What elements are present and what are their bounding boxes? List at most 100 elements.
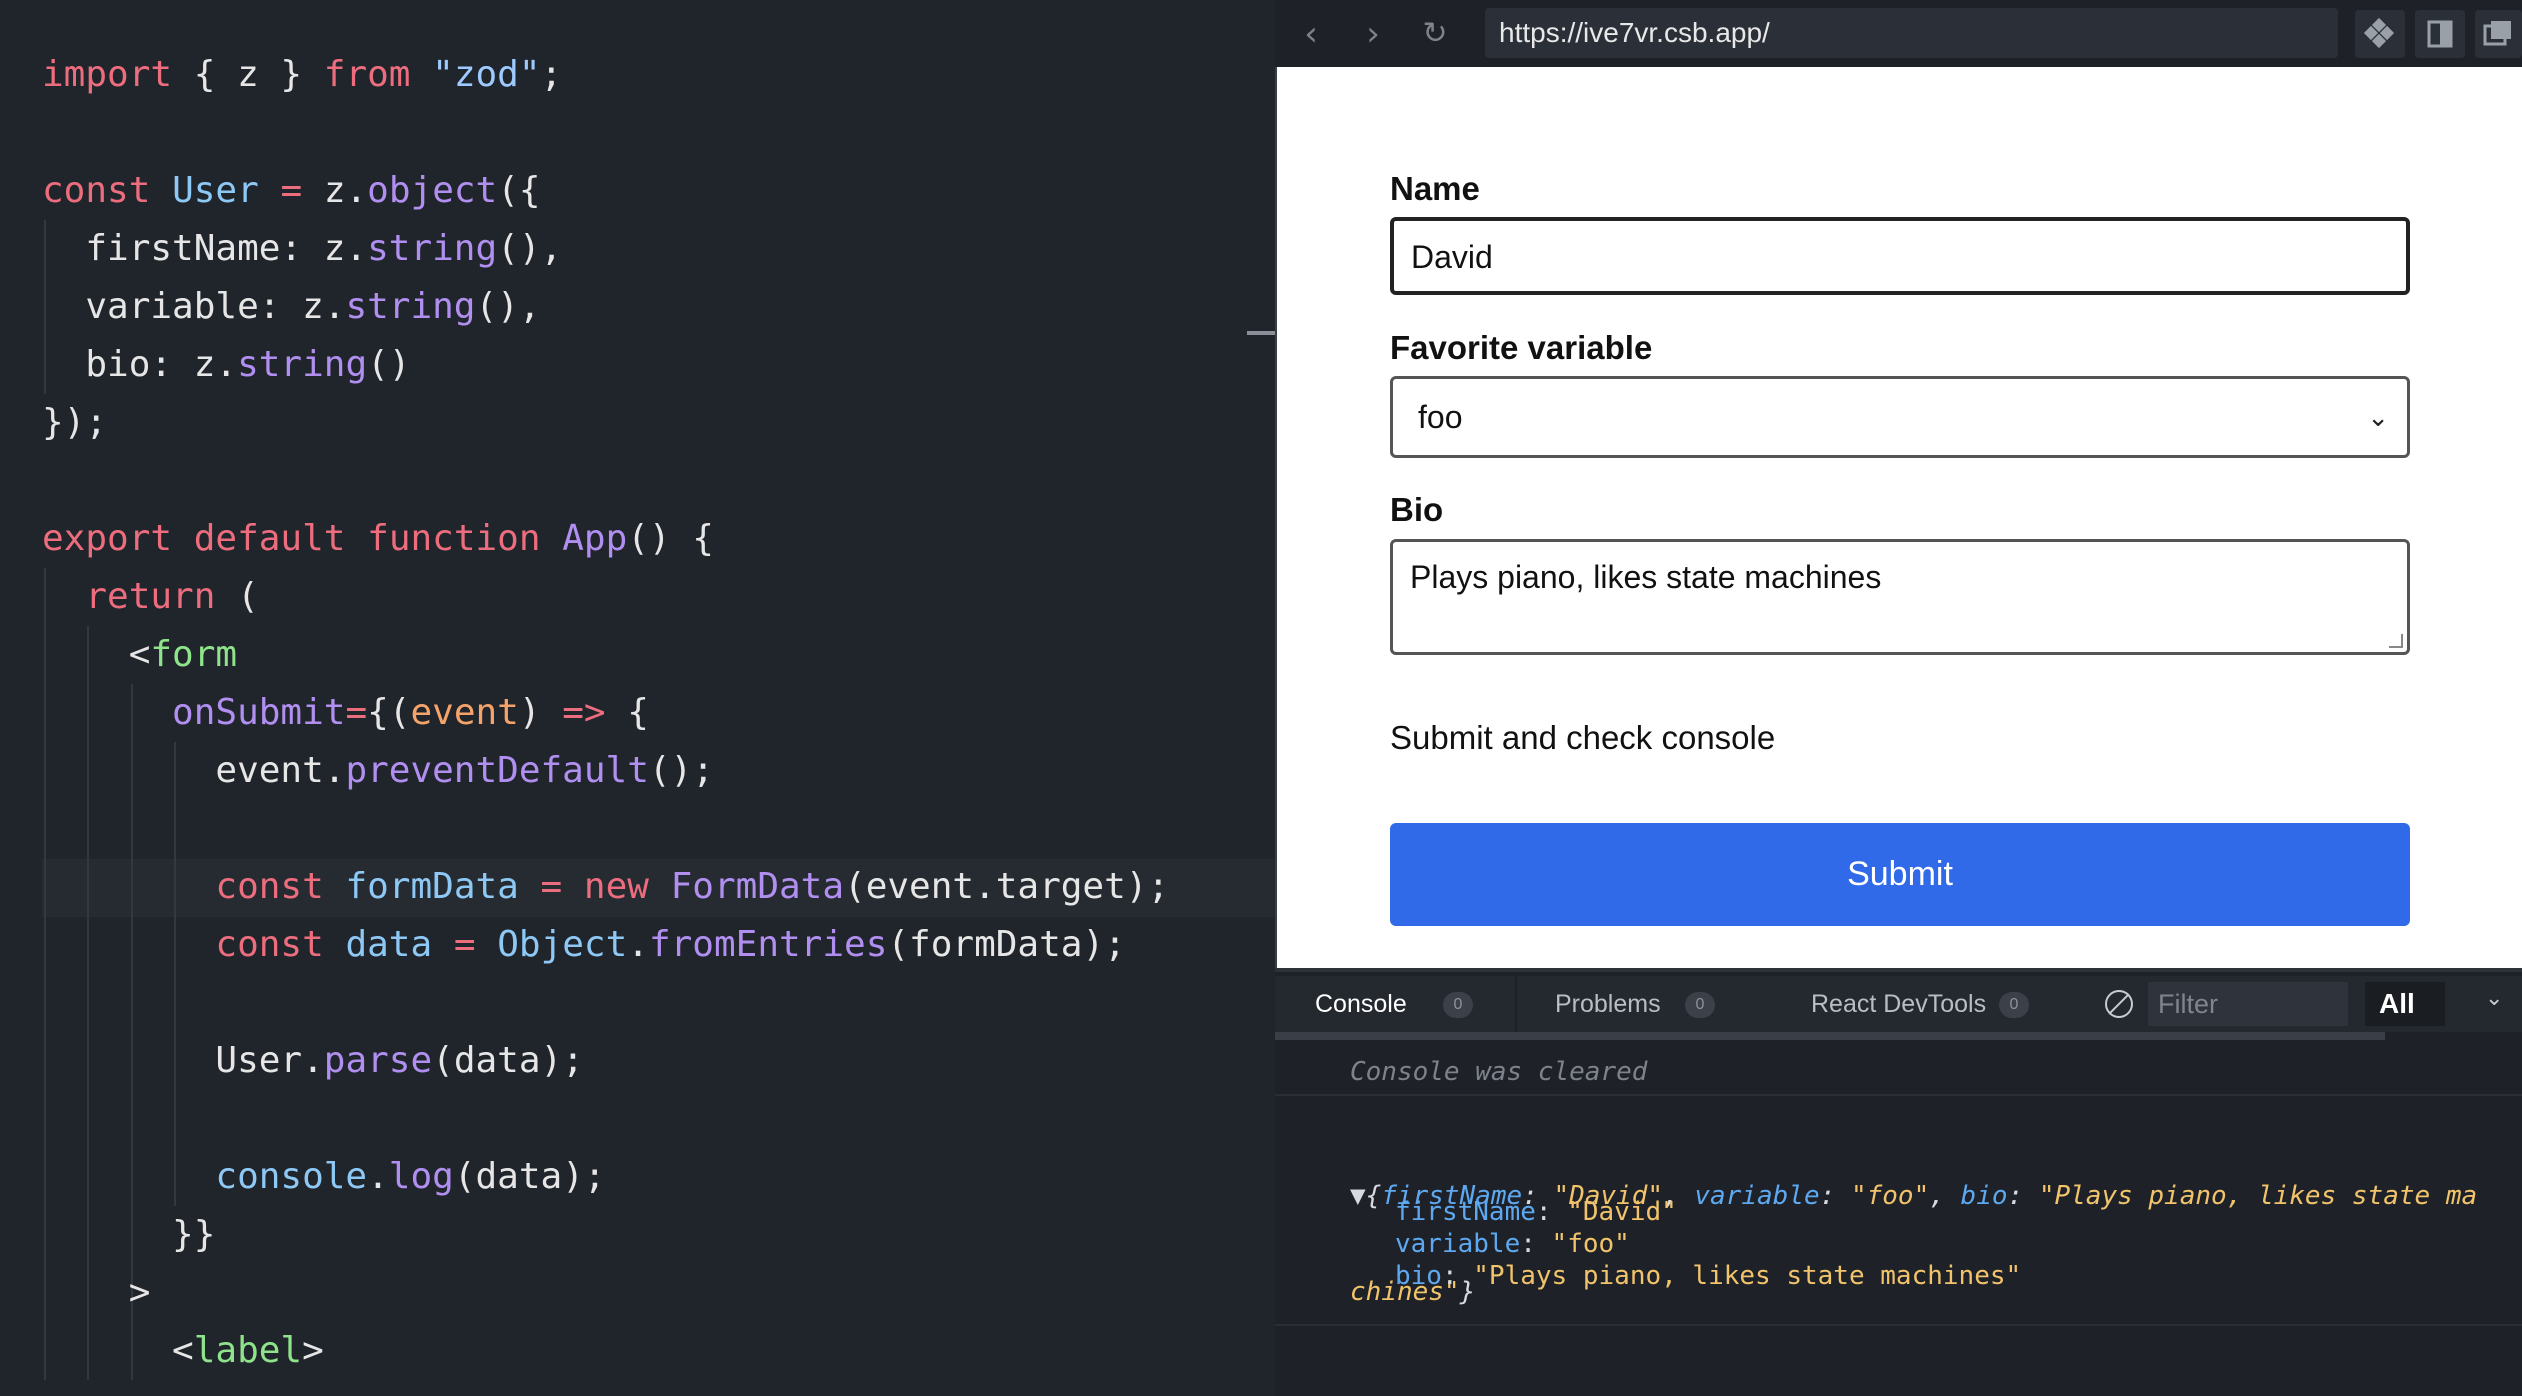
filter-input[interactable]: Filter — [2148, 982, 2348, 1026]
tab-divider — [1515, 976, 1517, 1032]
code-token: (data); — [453, 1156, 606, 1197]
log-property: firstName: "David" — [1395, 1197, 1677, 1227]
chevron-down-icon: ⌄ — [2367, 402, 2389, 432]
tab-react-devtools-count: 0 — [1999, 992, 2029, 1018]
log-value: "Plays piano, likes state ma — [2038, 1181, 2478, 1211]
tab-problems-count: 0 — [1685, 992, 1715, 1018]
code-token: ( — [215, 576, 259, 617]
code-token: ({ — [497, 170, 541, 211]
code-token: () — [367, 344, 411, 385]
tab-problems-label: Problems — [1555, 990, 1661, 1018]
name-input[interactable]: David — [1390, 217, 2410, 295]
preview-page: Name David Favorite variable foo ⌄ Bio P… — [1275, 67, 2522, 968]
tab-problems[interactable]: Problems — [1555, 976, 1661, 1032]
reload-icon[interactable]: ↻ — [1413, 12, 1457, 56]
code-token: string — [367, 228, 498, 269]
code-token: (data); — [432, 1040, 584, 1081]
new-window-icon[interactable] — [2475, 10, 2522, 58]
code-token: function — [367, 518, 541, 559]
code-token: onSubmit — [172, 692, 346, 733]
log-property: bio: "Plays piano, likes state machines" — [1395, 1261, 2022, 1291]
code-line: export default function App() { — [42, 510, 714, 568]
code-editor[interactable]: import { z } from "zod"; const User = z.o… — [0, 0, 1275, 1396]
code-token: log — [388, 1156, 454, 1197]
log-property: variable: "foo" — [1395, 1229, 1630, 1259]
code-token: firstName: z. — [42, 228, 368, 269]
code-token: App — [562, 518, 628, 559]
log-divider — [1275, 1094, 2522, 1096]
indent-guide — [174, 742, 177, 1206]
code-line: console.log(data); — [42, 1148, 606, 1206]
code-line: User.parse(data); — [42, 1032, 584, 1090]
code-token: {( — [367, 692, 411, 733]
log-divider — [1275, 1324, 2522, 1326]
code-line: > — [42, 1264, 151, 1322]
code-token: < — [42, 1330, 194, 1371]
code-line: <form — [42, 626, 237, 684]
code-token: object — [367, 170, 498, 211]
console-scrollbar[interactable] — [1275, 1032, 2385, 1040]
variable-select[interactable]: foo ⌄ — [1390, 376, 2410, 458]
code-line: }); — [42, 394, 107, 452]
code-token: (event.target); — [844, 866, 1170, 907]
code-token: = — [540, 866, 563, 907]
log-key: variable — [1694, 1181, 1820, 1211]
code-token: bio: z. — [42, 344, 238, 385]
code-token: const — [42, 170, 151, 211]
code-token: import — [42, 54, 173, 95]
code-token: => — [562, 692, 606, 733]
tab-react-devtools-label: React DevTools — [1811, 990, 1987, 1018]
code-token: const — [215, 866, 324, 907]
tab-console[interactable]: Console — [1315, 976, 1407, 1032]
code-line: variable: z.string(), — [42, 278, 541, 336]
code-token: export — [42, 518, 173, 559]
bio-textarea[interactable]: Plays piano, likes state machines — [1390, 539, 2410, 655]
code-token: }); — [42, 402, 108, 443]
code-token: console — [215, 1156, 368, 1197]
code-token: label — [193, 1330, 303, 1371]
code-line: const data = Object.fromEntries(formData… — [42, 916, 1126, 974]
log-key: variable — [1395, 1229, 1521, 1259]
code-token: ) — [518, 692, 563, 733]
code-token: "zod" — [432, 54, 541, 95]
code-token: new — [583, 866, 649, 907]
code-token: event — [410, 692, 519, 733]
resize-handle-icon[interactable] — [2389, 634, 2403, 648]
code-token: (); — [648, 750, 714, 791]
code-token: (formData); — [887, 924, 1126, 965]
code-token: . — [367, 1156, 389, 1197]
split-view-icon[interactable] — [2415, 10, 2465, 58]
submit-button[interactable]: Submit — [1390, 823, 2410, 926]
code-token: = — [345, 692, 368, 733]
log-value: "foo" — [1551, 1229, 1630, 1259]
code-line: import { z } from "zod"; — [42, 46, 562, 104]
chevron-left-icon[interactable]: ‹ — [1289, 12, 1333, 56]
chevron-right-icon[interactable]: › — [1351, 12, 1395, 56]
chevron-down-icon[interactable]: ⌄ — [2485, 986, 2503, 1011]
log-value: "David" — [1567, 1197, 1677, 1227]
devtools-console: Console 0 Problems 0 React DevTools 0 Fi… — [1275, 968, 2522, 1396]
tab-react-devtools[interactable]: React DevTools — [1811, 976, 1986, 1032]
log-level-select[interactable]: All — [2365, 982, 2445, 1026]
code-token: form — [150, 634, 238, 675]
url-bar[interactable]: https://ive7vr.csb.app/ — [1485, 8, 2338, 58]
hint-text: Submit and check console — [1390, 719, 1776, 756]
code-token: fromEntries — [648, 924, 888, 965]
codesandbox-icon[interactable] — [2355, 10, 2405, 58]
clear-console-icon[interactable] — [2105, 990, 2133, 1018]
code-token: { — [605, 692, 649, 733]
code-token: preventDefault — [345, 750, 649, 791]
code-token: User — [172, 170, 259, 211]
code-token: (), — [475, 286, 541, 327]
